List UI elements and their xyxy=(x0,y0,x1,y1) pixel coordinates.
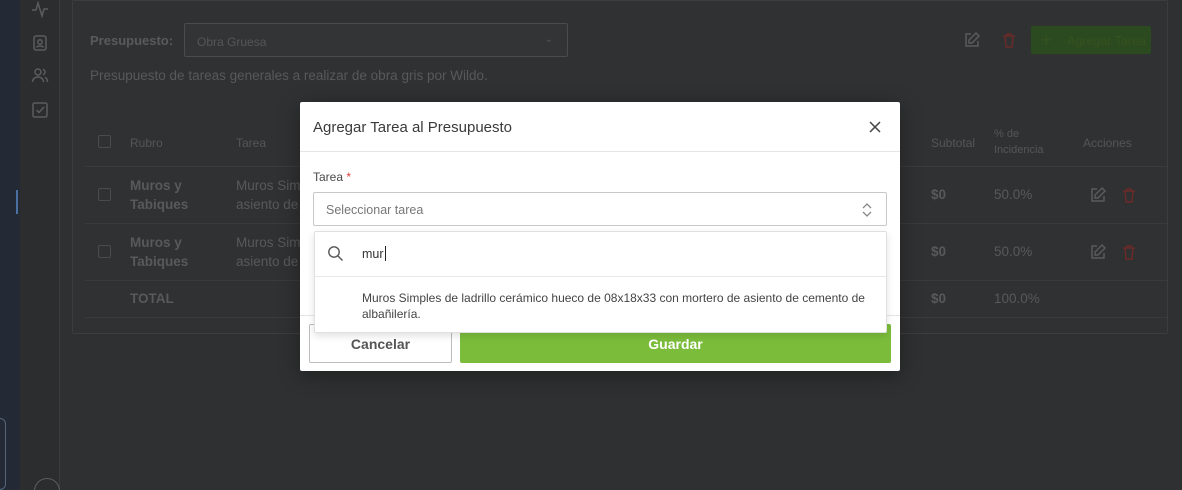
row-tarea-1: Muros Sim xyxy=(236,235,301,250)
task-label-text: Tarea xyxy=(313,170,344,184)
plus-icon: + xyxy=(1041,30,1052,50)
task-search-input[interactable] xyxy=(362,244,862,264)
col-incidencia-1: % de xyxy=(994,128,1020,140)
dropdown-option[interactable]: Muros Simples de ladrillo cerámico hueco… xyxy=(315,278,886,332)
row-subtotal: $0 xyxy=(931,244,947,259)
total-label: TOTAL xyxy=(130,291,174,306)
row-tarea-2: asiento de xyxy=(236,197,299,212)
budget-description: Presupuesto de tareas generales a realiz… xyxy=(90,68,488,83)
total-incidencia: 100.0% xyxy=(994,291,1040,306)
row-subtotal: $0 xyxy=(931,187,947,202)
trash-icon[interactable] xyxy=(1120,186,1138,204)
row-tarea-2: asiento de xyxy=(236,254,299,269)
chevron-down-icon: ⌄ xyxy=(544,34,553,45)
row-checkbox[interactable] xyxy=(98,245,111,258)
row-checkbox[interactable] xyxy=(98,188,111,201)
task-dropdown: Muros Simples de ladrillo cerámico hueco… xyxy=(314,231,887,333)
activity-icon[interactable] xyxy=(31,0,49,19)
search-icon xyxy=(327,245,344,262)
user-avatar[interactable] xyxy=(34,478,60,490)
edit-icon[interactable] xyxy=(963,31,981,49)
close-icon[interactable] xyxy=(866,118,884,136)
modal-title: Agregar Tarea al Presupuesto xyxy=(313,119,513,136)
row-rubro-1: Muros y xyxy=(130,235,182,250)
modal-header: Agregar Tarea al Presupuesto xyxy=(300,102,900,152)
left-edge xyxy=(0,0,20,490)
row-tarea-1: Muros Sim xyxy=(236,178,301,193)
select-all-checkbox[interactable] xyxy=(98,135,111,148)
budget-label: Presupuesto: xyxy=(90,33,174,48)
trash-icon[interactable] xyxy=(1120,243,1138,261)
users-icon[interactable] xyxy=(31,66,49,84)
sidebar xyxy=(20,0,60,490)
col-rubro: Rubro xyxy=(130,136,163,150)
checklist-icon[interactable] xyxy=(31,101,49,119)
col-subtotal: Subtotal xyxy=(931,136,976,150)
row-rubro-2: Tabiques xyxy=(130,254,189,269)
edit-icon[interactable] xyxy=(1089,243,1107,261)
trash-icon[interactable] xyxy=(1000,31,1018,49)
row-rubro-1: Muros y xyxy=(130,178,182,193)
row-incidencia: 50.0% xyxy=(994,187,1033,202)
task-select-placeholder: Seleccionar tarea xyxy=(326,203,424,217)
row-incidencia: 50.0% xyxy=(994,244,1033,259)
updown-chevron-icon xyxy=(860,201,874,219)
edit-icon[interactable] xyxy=(1089,186,1107,204)
budget-select[interactable]: Obra Gruesa ⌄ xyxy=(184,23,568,57)
add-task-label: Agregar Tarea xyxy=(1067,34,1146,48)
task-select[interactable]: Seleccionar tarea xyxy=(313,192,887,226)
dropdown-search xyxy=(315,232,886,277)
col-tarea: Tarea xyxy=(236,136,267,150)
add-task-button[interactable]: + Agregar Tarea xyxy=(1031,26,1151,54)
contact-card-icon[interactable] xyxy=(31,34,49,52)
budget-select-value: Obra Gruesa xyxy=(197,35,267,49)
col-incidencia-2: Incidencia xyxy=(994,144,1044,156)
total-subtotal: $0 xyxy=(931,291,947,306)
collapse-tab[interactable] xyxy=(0,418,6,490)
row-rubro-2: Tabiques xyxy=(130,197,189,212)
col-acciones: Acciones xyxy=(1083,136,1132,150)
scroll-marker xyxy=(16,190,18,214)
text-caret xyxy=(385,246,386,261)
task-field-label: Tarea * xyxy=(313,170,351,184)
required-mark: * xyxy=(346,170,352,184)
